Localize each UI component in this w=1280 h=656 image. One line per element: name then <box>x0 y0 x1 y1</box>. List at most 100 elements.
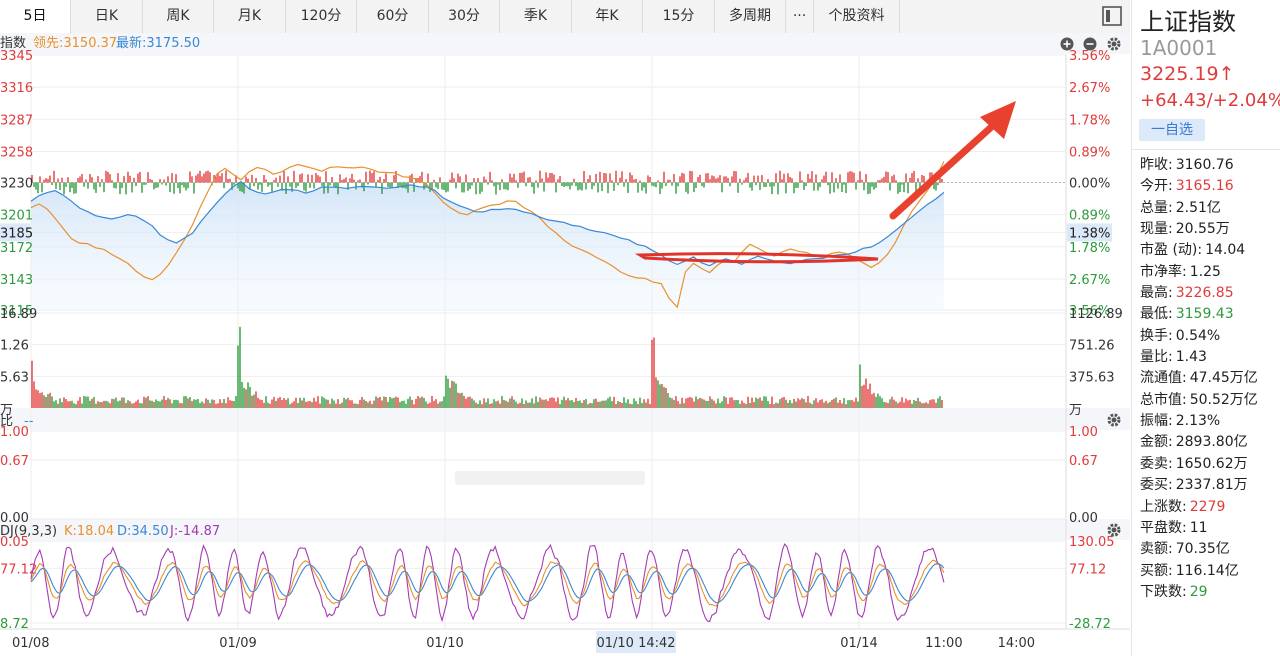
stat-row: 平盘数: 11 <box>1140 518 1258 539</box>
y-tick-left: 3230 <box>0 177 33 192</box>
stat-value: 1650.62万 <box>1175 455 1248 472</box>
stat-label: 上涨数: <box>1140 498 1187 515</box>
add-watchlist-button[interactable]: 一自选 <box>1139 119 1205 141</box>
divider <box>1132 149 1280 150</box>
stat-row: 量比: 1.43 <box>1140 347 1258 368</box>
tab-2[interactable]: 周K <box>143 0 214 33</box>
vol-tick-right: 1126.89 <box>1069 307 1123 322</box>
y-tick-right: 3.56% <box>1069 49 1110 64</box>
x-tick: 14:00 <box>998 636 1035 651</box>
stat-value: 116.14亿 <box>1175 562 1239 579</box>
tab-9[interactable]: 15分 <box>643 0 715 33</box>
tab-5[interactable]: 60分 <box>357 0 429 33</box>
stat-row: 今开: 3165.16 <box>1140 176 1258 197</box>
y-tick-right: 0.00% <box>1069 177 1110 192</box>
stat-label: 委买: <box>1140 477 1173 494</box>
tab-6[interactable]: 30分 <box>429 0 500 33</box>
latest-legend: 最新:3175.50 <box>116 35 200 51</box>
stat-value: 3160.76 <box>1175 157 1234 173</box>
tab-4[interactable]: 120分 <box>286 0 357 33</box>
period-tabs: 5日 日K 周K 月K 120分 60分 30分 季K 年K 15分 多周期 ··· 个股资料 <box>0 0 1130 34</box>
kdj-d-line <box>30 563 945 604</box>
stat-value: 2279 <box>1189 498 1226 515</box>
y-tick-left: 3287 <box>0 113 33 128</box>
stock-name: 上证指数 <box>1140 8 1236 36</box>
tab-11[interactable]: ··· <box>786 0 814 33</box>
x-tick: 01/08 <box>12 636 49 651</box>
leading-legend: 领先:3150.37 <box>33 36 117 51</box>
x-tick: 01/14 <box>840 636 877 651</box>
kdj-tick-right: -28.72 <box>1069 617 1111 632</box>
tab-10[interactable]: 多周期 <box>715 0 786 33</box>
chart-area: 3345331632873258323032013185317231433115… <box>0 33 1130 656</box>
stat-row: 振幅: 2.13% <box>1140 411 1258 432</box>
x-tick: 11:00 <box>925 636 962 651</box>
stat-row: 市盈 (动): 14.04 <box>1140 240 1258 261</box>
ratio-tick-right: 0.00 <box>1069 511 1098 526</box>
quote-panel: 上证指数 1A0001 3225.19↑ +64.43/+2.04% 一自选 昨… <box>1131 0 1280 656</box>
y-tick-left: 3201 <box>0 209 33 224</box>
y-tick-right: 2.67% <box>1069 273 1110 288</box>
stat-label: 量比: <box>1140 349 1173 366</box>
tab-1[interactable]: 日K <box>71 0 143 33</box>
ratio-header-bg <box>0 408 1130 430</box>
stat-value: 47.45万亿 <box>1189 370 1258 387</box>
vol-tick-left: 5.63 <box>0 370 29 385</box>
stat-label: 平盘数: <box>1140 519 1187 536</box>
stat-label: 下跌数: <box>1140 583 1187 600</box>
stat-label: 最低: <box>1140 306 1173 323</box>
y-tick-right: 1.78% <box>1069 241 1110 256</box>
stat-value: 70.35亿 <box>1175 541 1230 558</box>
stat-label: 买额: <box>1140 562 1173 579</box>
stat-row: 卖额: 70.35亿 <box>1140 539 1258 560</box>
main-title: 指数 <box>0 36 26 51</box>
ratio-tick-right: 0.67 <box>1069 454 1098 469</box>
gear-icon-hub <box>1111 417 1117 423</box>
stat-row: 现量: 20.55万 <box>1140 219 1258 240</box>
tab-8[interactable]: 年K <box>572 0 643 33</box>
current-value-label: 3185 <box>0 226 33 241</box>
layout-toggle-icon[interactable] <box>1101 5 1123 27</box>
stat-label: 总市值: <box>1140 391 1187 408</box>
kdj-tick-right: 130.05 <box>1069 535 1115 550</box>
stat-value: 1.25 <box>1189 263 1221 280</box>
x-tick: 01/10 14:42 <box>596 636 675 651</box>
y-tick-right: 0.89% <box>1069 145 1110 160</box>
kdj-d-legend: D:34.50 <box>117 524 169 539</box>
vol-tick-right: 751.26 <box>1069 339 1115 354</box>
annotation-arrow <box>889 117 1002 220</box>
kdj-j-line <box>30 543 945 623</box>
ratio-tick-left: 0.67 <box>0 454 29 469</box>
stat-label: 流通值: <box>1140 370 1187 387</box>
gear-icon-hub <box>1111 527 1117 533</box>
stat-label: 昨收: <box>1140 157 1173 173</box>
stock-price: 3225.19↑ <box>1140 63 1235 85</box>
gear-icon-hub <box>1111 41 1117 47</box>
stat-value: 2.13% <box>1175 413 1221 430</box>
stat-row: 总量: 2.51亿 <box>1140 198 1258 219</box>
stat-row: 昨收: 3160.76 <box>1140 155 1258 176</box>
stat-label: 换手: <box>1140 327 1173 344</box>
kdj-k-legend: K:18.04 <box>64 524 114 539</box>
tab-7[interactable]: 季K <box>500 0 572 33</box>
stat-value: 20.55万 <box>1175 221 1230 238</box>
current-pct-label: 1.38% <box>1069 226 1110 241</box>
y-tick-left: 3345 <box>0 49 33 64</box>
tab-0[interactable]: 5日 <box>0 0 71 33</box>
stat-value: 11 <box>1189 519 1208 536</box>
kdj-tick-left: 8.72 <box>0 617 29 632</box>
stat-label: 市盈 (动): <box>1140 242 1203 259</box>
y-tick-right: 0.89% <box>1069 209 1110 224</box>
tab-12[interactable]: 个股资料 <box>814 0 900 33</box>
kdj-tick-right: 77.12 <box>1069 562 1106 577</box>
watermark <box>455 471 645 485</box>
stock-change: +64.43/+2.04% <box>1140 90 1280 111</box>
y-tick-left: 3258 <box>0 145 33 160</box>
vol-tick-left: 1.26 <box>0 339 29 354</box>
ratio-tick-right: 1.00 <box>1069 425 1098 440</box>
tab-3[interactable]: 月K <box>214 0 286 33</box>
stat-row: 下跌数: 29 <box>1140 582 1258 603</box>
vol-tick-right: 万 <box>1069 403 1082 418</box>
stat-label: 今开: <box>1140 178 1173 195</box>
stat-row: 委卖: 1650.62万 <box>1140 454 1258 475</box>
